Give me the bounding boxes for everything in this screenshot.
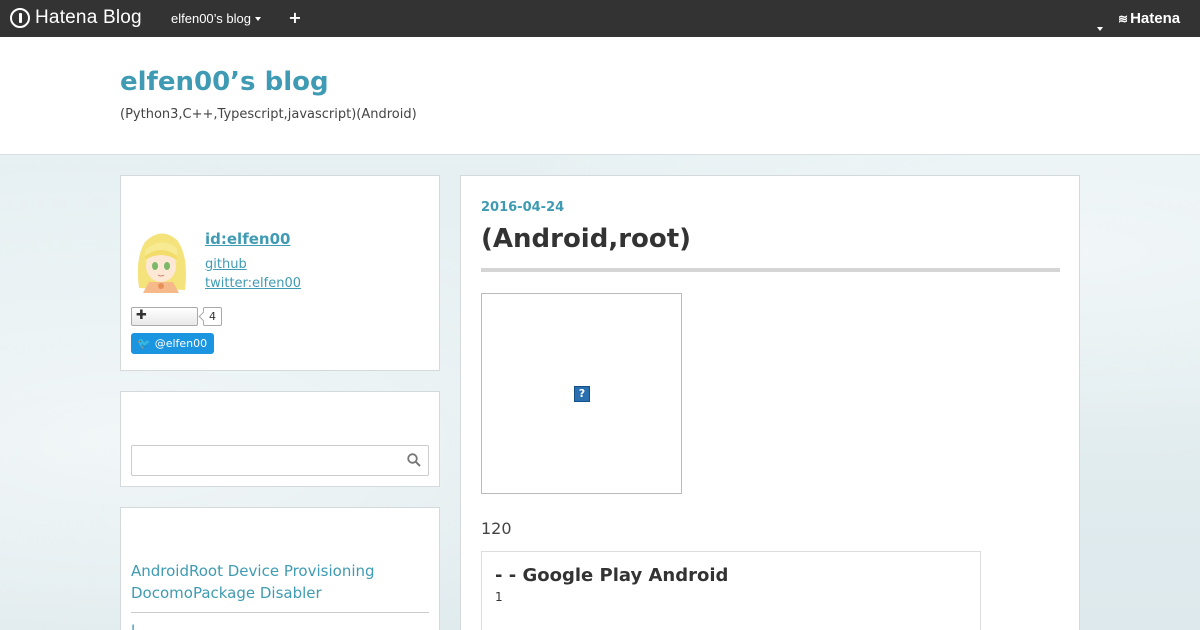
recent-entries-module: AndroidRoot Device Provisioning DocomoPa… [120, 507, 440, 630]
blog-selector-label: elfen00’s blog [171, 11, 251, 26]
chevron-down-icon [1097, 27, 1103, 31]
recent-entry-link[interactable]: l [131, 622, 135, 630]
new-post-plus-icon[interactable]: + [288, 9, 302, 27]
user-menu-dropdown[interactable] [1093, 16, 1103, 35]
hatena-logo[interactable]: ≋ Hatena [1118, 10, 1180, 27]
blog-title[interactable]: elfen00’s blog [120, 67, 329, 97]
global-header-bar: Hatena Blog elfen00’s blog + ≋ Hatena [0, 0, 1200, 37]
star-add-button[interactable]: ✚ [131, 307, 198, 326]
entry-image[interactable]: ? [481, 293, 682, 494]
entry-body-text: 120 [481, 519, 512, 538]
broken-image-icon: ? [574, 386, 590, 402]
twitter-link[interactable]: twitter:elfen00 [205, 276, 301, 291]
search-input[interactable] [132, 446, 392, 475]
logo-text: Hatena Blog [35, 7, 142, 28]
profile-module: id:elfen00 github twitter:elfen00 ✚ 4 🐦 … [120, 175, 440, 371]
profile-id-link[interactable]: id:elfen00 [205, 230, 290, 248]
twitter-follow-label: @elfen00 [154, 337, 208, 350]
entry-article: 2016-04-24 (Android,root) ? 120 - - Goog… [460, 175, 1080, 630]
blog-selector-dropdown[interactable]: elfen00’s blog [171, 11, 261, 26]
search-icon[interactable] [407, 453, 421, 467]
recent-entry-link[interactable]: AndroidRoot Device Provisioning DocomoPa… [131, 560, 429, 604]
star-count-badge: 4 [203, 307, 222, 326]
hatena-wave-icon: ≋ [1118, 11, 1129, 26]
entry-title[interactable]: (Android,root) [481, 224, 691, 254]
hatena-logo-text: Hatena [1130, 10, 1181, 27]
chevron-down-icon [255, 16, 261, 21]
search-module [120, 391, 440, 487]
github-link[interactable]: github [205, 257, 247, 272]
twitter-bird-icon: 🐦 [137, 337, 151, 350]
title-underline-divider [481, 268, 1060, 272]
divider [131, 612, 429, 613]
search-box [131, 445, 429, 476]
avatar[interactable] [131, 228, 191, 293]
embed-card-title[interactable]: - - Google Play Android [495, 565, 728, 586]
hatena-logo-icon [10, 8, 30, 28]
hatena-blog-logo[interactable]: Hatena Blog [10, 7, 142, 29]
entry-date[interactable]: 2016-04-24 [481, 200, 564, 215]
blog-description: (Python3,C++,Typescript,javascript)(Andr… [120, 107, 417, 122]
blog-header: elfen00’s blog (Python3,C++,Typescript,j… [0, 37, 1200, 155]
embed-card[interactable]: - - Google Play Android 1 [481, 551, 981, 630]
embed-card-subtitle: 1 [495, 590, 503, 604]
twitter-follow-button[interactable]: 🐦 @elfen00 [131, 333, 214, 354]
